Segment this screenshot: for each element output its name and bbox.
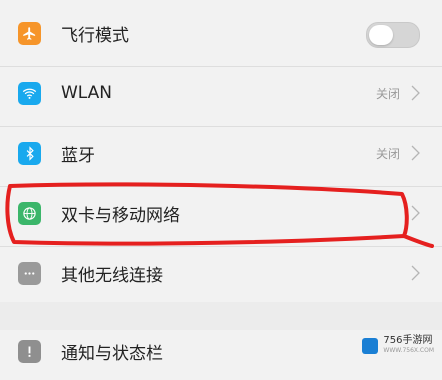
wlan-row[interactable]: WLAN 关闭 [0,64,442,122]
watermark-url: WWW.756X.COM [383,347,434,354]
dual-sim-mobile-network-row[interactable]: 双卡与移动网络 [0,184,442,242]
airplane-mode-label: 飞行模式 [61,25,129,46]
airplane-mode-row[interactable]: 飞行模式 [0,4,442,62]
other-wireless-row[interactable]: 其他无线连接 [0,244,442,302]
more-icon [18,261,41,285]
other-wireless-label: 其他无线连接 [61,265,163,286]
bluetooth-row[interactable]: 蓝牙 关闭 [0,124,442,182]
watermark-title: 756手游网 [383,335,433,346]
airplane-mode-toggle[interactable] [366,22,420,48]
bluetooth-label: 蓝牙 [61,145,95,166]
dual-sim-label: 双卡与移动网络 [61,205,180,226]
notifications-label: 通知与状态栏 [61,343,163,364]
wlan-label: WLAN [61,83,113,103]
wlan-status: 关闭 [375,86,400,101]
watermark-logo-icon [362,338,379,354]
chevron-right-icon [411,85,420,101]
bluetooth-status: 关闭 [375,146,400,161]
bluetooth-icon [18,141,41,165]
globe-icon [18,201,41,225]
toggle-knob [369,25,393,45]
watermark: 756手游网 WWW.756X.COM [362,336,434,356]
chevron-right-icon [411,265,420,281]
chevron-right-icon [411,205,420,221]
chevron-right-icon [411,145,420,161]
exclamation-icon [18,339,41,363]
wifi-icon [18,81,41,105]
airplane-icon [18,21,41,45]
